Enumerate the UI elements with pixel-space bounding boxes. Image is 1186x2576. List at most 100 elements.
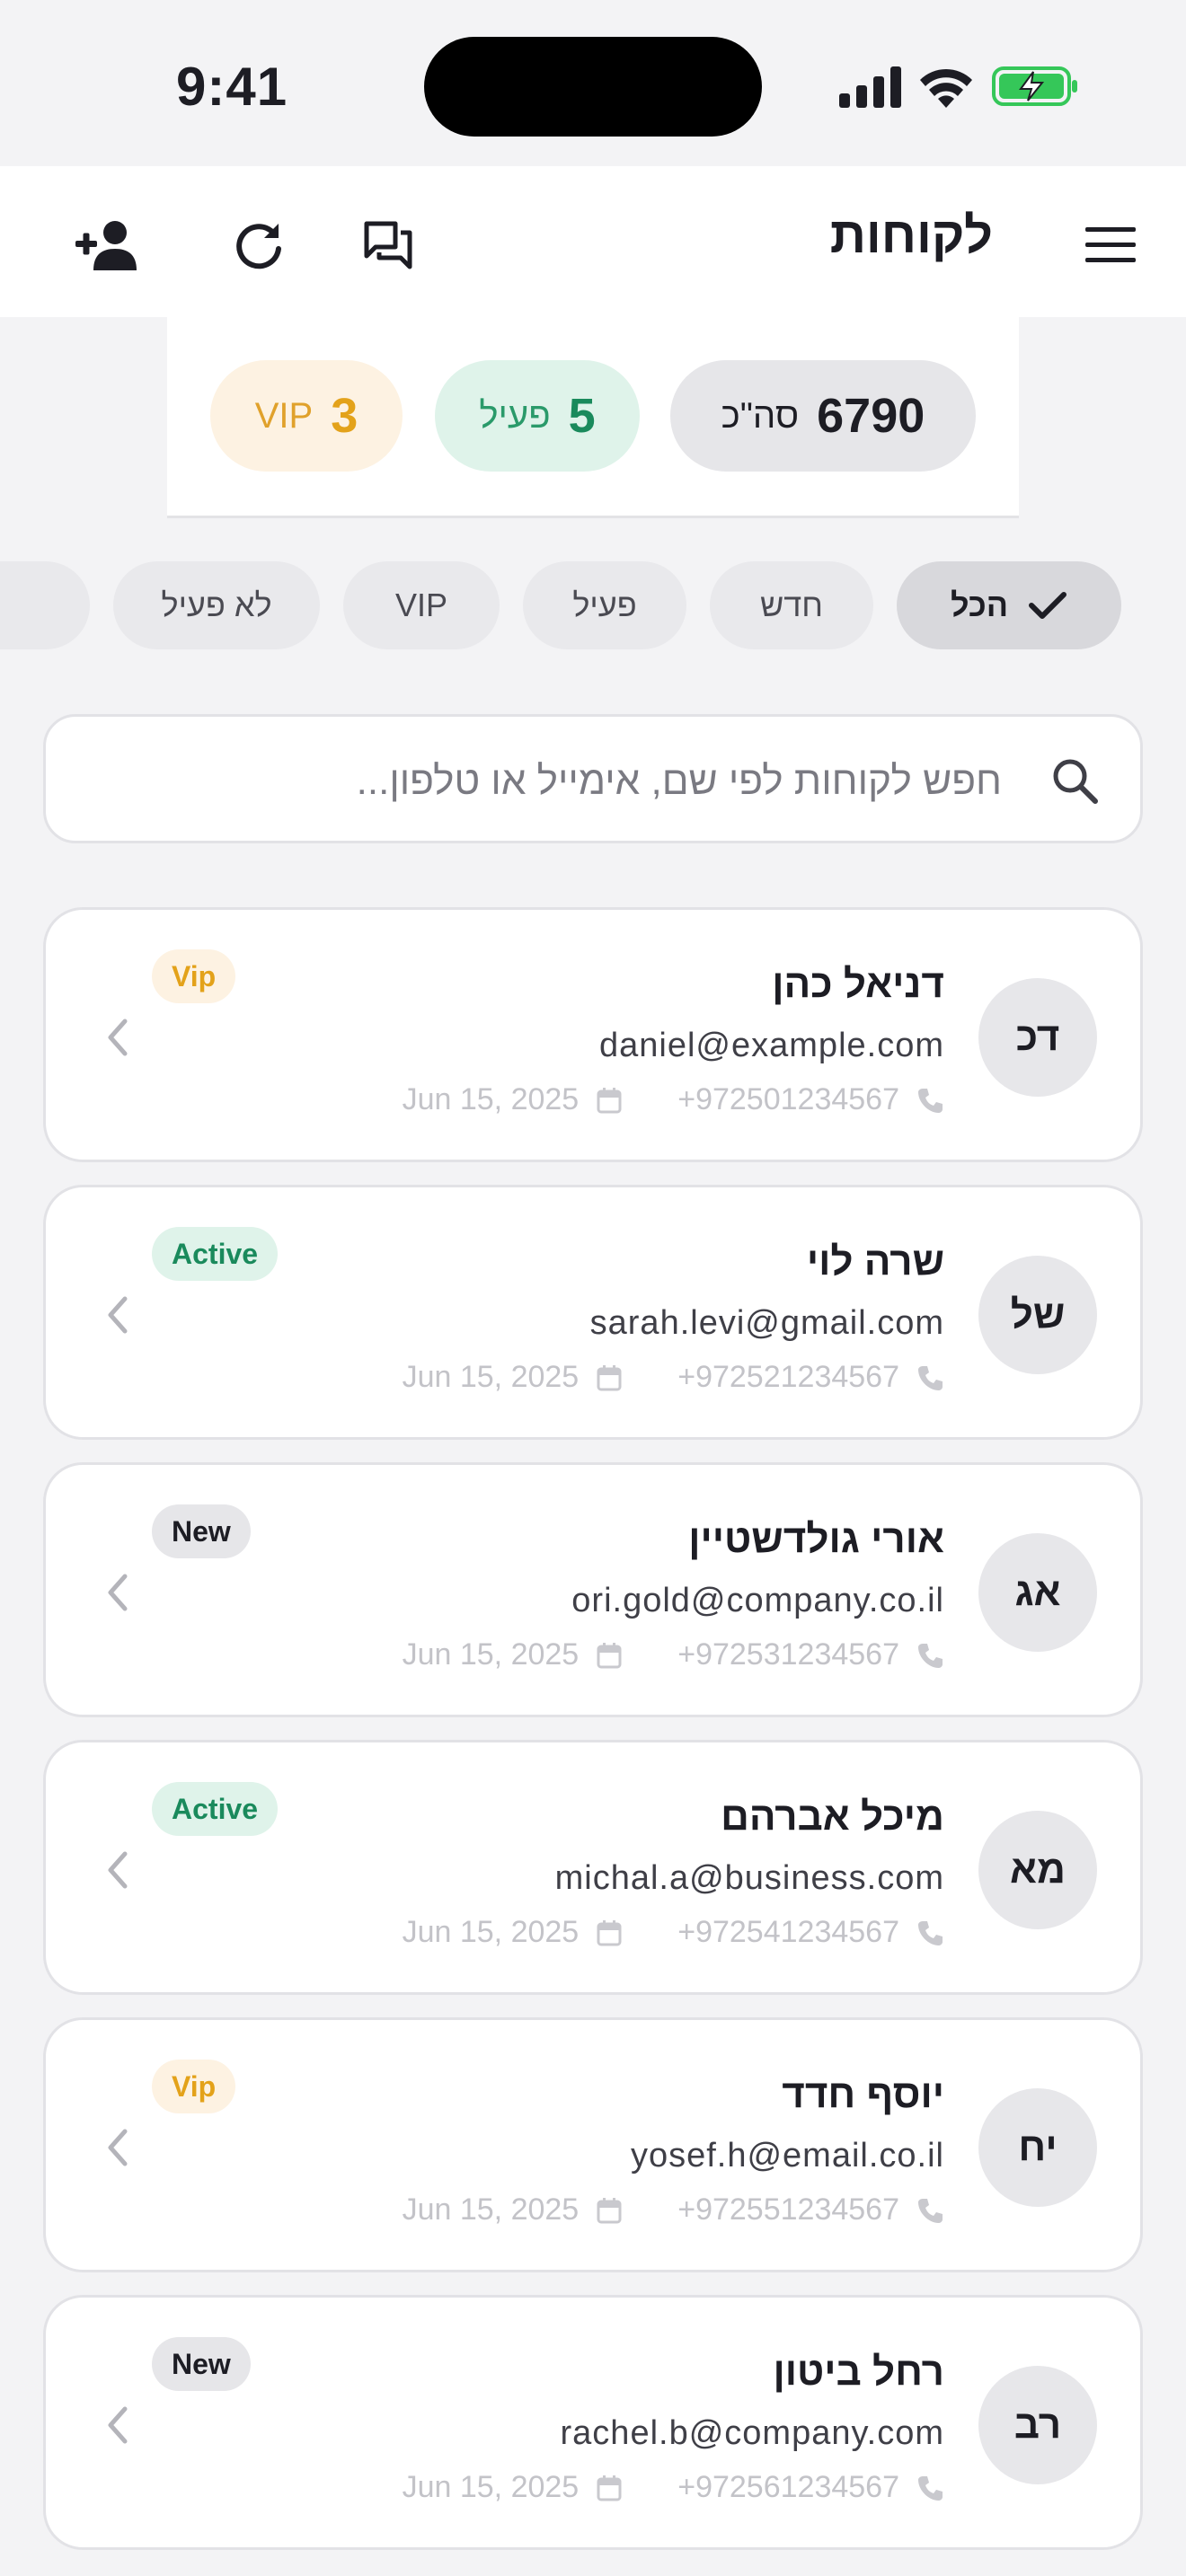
stat-total-value: 6790 [817, 389, 925, 443]
customer-meta: 972521234567+ Jun 15, 2025 [403, 1360, 944, 1395]
customer-date: Jun 15, 2025 [402, 1360, 580, 1394]
customer-date: Jun 15, 2025 [402, 1915, 580, 1949]
customer-card[interactable]: רב רחל ביטון rachel.b@company.com 972561234… [43, 2295, 1143, 2550]
filter-chip-all[interactable]: הכל [897, 561, 1121, 649]
check-icon [1029, 592, 1067, 619]
filter-chip-vip[interactable]: VIP [343, 561, 500, 649]
calendar-icon [597, 1364, 622, 1390]
cellular-signal-icon [839, 66, 901, 108]
calendar-icon [597, 1919, 622, 1945]
customer-meta: 972551234567+ Jun 15, 2025 [403, 2192, 944, 2228]
filter-chip-label: VIP [394, 587, 448, 623]
chevron-left-icon [108, 2129, 128, 2166]
filter-chip-label: פעיל [572, 587, 637, 623]
avatar: דכ [978, 978, 1097, 1097]
customer-phone: 972501234567+ [677, 1082, 899, 1116]
status-badge: Active [152, 1782, 279, 1836]
page-title: לקוחות [829, 207, 993, 263]
customer-email: michal.a@business.com [554, 1859, 944, 1897]
app-header: לקוחות [0, 166, 1186, 317]
stat-active: 5 פעיל [435, 360, 640, 472]
customer-email: daniel@example.com [599, 1027, 944, 1064]
customer-meta: 972501234567+ Jun 15, 2025 [403, 1082, 944, 1117]
status-badge: New [152, 1504, 251, 1558]
menu-button[interactable] [1076, 211, 1145, 279]
stat-active-value: 5 [568, 389, 596, 443]
filter-chip-more[interactable] [0, 561, 90, 649]
status-bar: 9:41 [0, 0, 1186, 166]
filter-chip-active[interactable]: פעיל [523, 561, 686, 649]
chevron-left-icon [108, 1019, 128, 1056]
avatar: יח [978, 2088, 1097, 2207]
avatar: רב [978, 2366, 1097, 2484]
stat-total: 6790 סה"כ [670, 360, 976, 472]
chevron-left-icon [108, 1574, 128, 1611]
phone-icon [918, 1920, 943, 1945]
filter-chip-inactive[interactable]: לא פעיל [113, 561, 320, 649]
customer-name: יוסף חדד [782, 2072, 944, 2116]
calendar-icon [597, 2475, 622, 2501]
wifi-icon [920, 68, 972, 108]
stat-vip-label: VIP [254, 395, 314, 436]
phone-icon [918, 1643, 943, 1668]
stat-vip-value: 3 [331, 389, 358, 443]
customer-name: שרה לוי [806, 1239, 944, 1284]
customer-date: Jun 15, 2025 [402, 1637, 580, 1672]
customer-phone: 972541234567+ [677, 1915, 899, 1949]
customer-email: ori.gold@company.co.il [571, 1582, 944, 1619]
status-badge: Active [152, 1227, 279, 1281]
status-badge: Vip [152, 949, 236, 1003]
customer-name: רחל ביטון [773, 2350, 944, 2394]
stat-vip: 3 VIP [210, 360, 403, 472]
status-badge: New [152, 2337, 251, 2391]
stat-active-label: פעיל [479, 395, 551, 436]
customer-card[interactable]: יח יוסף חדד yosef.h@email.co.il 97255123456… [43, 2017, 1143, 2272]
customer-email: rachel.b@company.com [560, 2414, 944, 2452]
add-user-button[interactable] [72, 211, 140, 279]
customer-phone: 972551234567+ [677, 2192, 899, 2227]
filter-chip-label: חדש [760, 587, 823, 623]
customer-card[interactable]: אג אורי גולדשטיין ori.gold@company.co.il 97… [43, 1462, 1143, 1717]
customer-card[interactable]: דכ דניאל כהן daniel@example.com 97250123456… [43, 907, 1143, 1162]
customer-meta: 972561234567+ Jun 15, 2025 [403, 2470, 944, 2505]
calendar-icon [597, 1642, 622, 1668]
customer-card[interactable]: מא מיכל אברהם michal.a@business.com 9725412… [43, 1740, 1143, 1995]
chat-icon [364, 221, 412, 269]
customer-meta: 972531234567+ Jun 15, 2025 [403, 1637, 944, 1672]
filter-chips: הכל חדש פעיל VIP לא פעיל [0, 561, 1186, 649]
calendar-icon [597, 1087, 622, 1113]
chevron-left-icon [108, 1851, 128, 1889]
customer-date: Jun 15, 2025 [402, 2192, 580, 2227]
chat-button[interactable] [354, 211, 422, 279]
stats-panel: 6790 סה"כ 5 פעיל 3 VIP [167, 317, 1019, 518]
customer-name: אורי גולדשטיין [688, 1517, 944, 1561]
filter-chip-label: הכל [950, 587, 1009, 623]
search-box [43, 714, 1143, 843]
phone-icon [918, 1088, 943, 1113]
menu-icon [1085, 227, 1136, 262]
customer-date: Jun 15, 2025 [402, 1082, 580, 1116]
search-input[interactable] [193, 753, 1002, 810]
avatar: אג [978, 1533, 1097, 1652]
phone-icon [918, 2198, 943, 2223]
filter-chip-label: לא פעיל [161, 587, 272, 623]
status-badge: Vip [152, 2060, 236, 2113]
add-user-icon [75, 221, 137, 270]
customer-card[interactable]: של שרה לוי sarah.levi@gmail.com 97252123456… [43, 1185, 1143, 1440]
chevron-left-icon [108, 2406, 128, 2444]
status-time: 9:41 [176, 57, 288, 117]
chevron-left-icon [108, 1296, 128, 1334]
stat-total-label: סה"כ [721, 395, 800, 436]
customer-meta: 972541234567+ Jun 15, 2025 [403, 1915, 944, 1950]
refresh-button[interactable] [225, 211, 293, 279]
customer-phone: 972531234567+ [677, 1637, 899, 1672]
customer-name: דניאל כהן [772, 962, 944, 1006]
customer-name: מיכל אברהם [721, 1795, 944, 1839]
avatar: מא [978, 1811, 1097, 1929]
customer-phone: 972561234567+ [677, 2470, 899, 2504]
customer-date: Jun 15, 2025 [402, 2470, 580, 2504]
refresh-icon [236, 224, 281, 269]
search-icon [1053, 759, 1098, 804]
filter-chip-new[interactable]: חדש [710, 561, 873, 649]
battery-charging-icon [992, 66, 1077, 106]
